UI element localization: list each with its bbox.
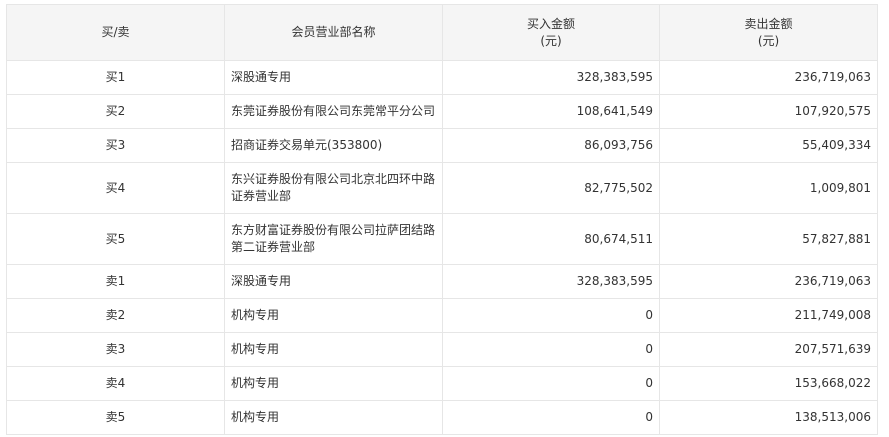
cell-member-name: 东兴证券股份有限公司北京北四环中路 证券营业部 (224, 162, 443, 214)
member-name-line1: 东莞证券股份有限公司东莞常平分公司 (231, 104, 436, 118)
member-name-line1: 机构专用 (231, 410, 280, 424)
cell-side: 卖3 (6, 332, 225, 367)
cell-buy-amount: 86,093,756 (442, 128, 660, 163)
cell-sell-amount: 236,719,063 (659, 60, 878, 95)
cell-member-name: 东方财富证券股份有限公司拉萨团结路 第二证券营业部 (224, 213, 443, 265)
member-name-line1: 深股通专用 (231, 70, 292, 84)
cell-side: 卖5 (6, 400, 225, 435)
cell-member-name: 深股通专用 (224, 60, 443, 95)
member-name-line1: 深股通专用 (231, 274, 292, 288)
cell-sell-amount: 236,719,063 (659, 264, 878, 299)
header-sell-unit: (元) (757, 33, 780, 48)
cell-side: 卖2 (6, 298, 225, 333)
cell-buy-amount: 328,383,595 (442, 264, 660, 299)
member-name-line1: 机构专用 (231, 308, 280, 322)
cell-sell-amount: 138,513,006 (659, 400, 878, 435)
cell-side: 买5 (6, 213, 225, 265)
cell-buy-amount: 82,775,502 (442, 162, 660, 214)
member-name-line2: 第二证券营业部 (231, 240, 316, 254)
cell-buy-amount: 0 (442, 400, 660, 435)
cell-sell-amount: 211,749,008 (659, 298, 878, 333)
cell-side: 卖4 (6, 366, 225, 401)
table-row: 卖3 机构专用 0 207,571,639 (6, 332, 878, 367)
cell-buy-amount: 0 (442, 366, 660, 401)
cell-side: 买4 (6, 162, 225, 214)
table-row: 卖4 机构专用 0 153,668,022 (6, 366, 878, 401)
cell-member-name: 东莞证券股份有限公司东莞常平分公司 (224, 94, 443, 129)
cell-member-name: 机构专用 (224, 366, 443, 401)
cell-sell-amount: 57,827,881 (659, 213, 878, 265)
table-row: 买2 东莞证券股份有限公司东莞常平分公司 108,641,549 107,920,57… (6, 94, 878, 129)
table-row: 卖5 机构专用 0 138,513,006 (6, 400, 878, 435)
cell-side: 买2 (6, 94, 225, 129)
cell-sell-amount: 55,409,334 (659, 128, 878, 163)
member-name-line2: 证券营业部 (231, 189, 292, 203)
cell-sell-amount: 107,920,575 (659, 94, 878, 129)
cell-sell-amount: 1,009,801 (659, 162, 878, 214)
header-sell-amount: 卖出金额 (元) (659, 4, 878, 61)
member-name-line1: 东兴证券股份有限公司北京北四环中路 (231, 172, 436, 186)
table-row: 买3 招商证券交易单元(353800) 86,093,756 55,409,334 (6, 128, 878, 163)
header-buy-unit: (元) (540, 33, 562, 48)
member-name-line1: 招商证券交易单元(353800) (231, 138, 383, 152)
cell-buy-amount: 80,674,511 (442, 213, 660, 265)
cell-member-name: 机构专用 (224, 332, 443, 367)
table-body: 买1 深股通专用 328,383,595 236,719,063 买2 东莞证券股份有限公… (6, 60, 878, 435)
table-row: 买1 深股通专用 328,383,595 236,719,063 (6, 60, 878, 95)
header-member: 会员营业部名称 (224, 4, 443, 61)
header-buy-amount: 买入金额 (元) (442, 4, 660, 61)
cell-member-name: 机构专用 (224, 400, 443, 435)
trading-seats-table: 买/卖 会员营业部名称 买入金额 (元) 卖出金额 (元) 买1 深股通专用 328… (6, 4, 878, 435)
cell-member-name: 招商证券交易单元(353800) (224, 128, 443, 163)
cell-sell-amount: 207,571,639 (659, 332, 878, 367)
table-row: 买4 东兴证券股份有限公司北京北四环中路 证券营业部 82,775,502 1,009,… (6, 162, 878, 214)
header-buy-label: 买入金额 (526, 16, 575, 31)
member-name-line1: 机构专用 (231, 342, 280, 356)
cell-side: 卖1 (6, 264, 225, 299)
table-header-row: 买/卖 会员营业部名称 买入金额 (元) 卖出金额 (元) (6, 4, 878, 61)
cell-member-name: 深股通专用 (224, 264, 443, 299)
cell-sell-amount: 153,668,022 (659, 366, 878, 401)
table-row: 买5 东方财富证券股份有限公司拉萨团结路 第二证券营业部 80,674,511 57,8… (6, 213, 878, 265)
header-side-label: 买/卖 (101, 25, 130, 39)
cell-side: 买3 (6, 128, 225, 163)
member-name-line1: 东方财富证券股份有限公司拉萨团结路 (231, 223, 436, 237)
cell-buy-amount: 0 (442, 332, 660, 367)
cell-buy-amount: 108,641,549 (442, 94, 660, 129)
table-row: 卖2 机构专用 0 211,749,008 (6, 298, 878, 333)
cell-buy-amount: 0 (442, 298, 660, 333)
header-side: 买/卖 (6, 4, 225, 61)
table-row: 卖1 深股通专用 328,383,595 236,719,063 (6, 264, 878, 299)
cell-member-name: 机构专用 (224, 298, 443, 333)
cell-buy-amount: 328,383,595 (442, 60, 660, 95)
member-name-line1: 机构专用 (231, 376, 280, 390)
header-member-label: 会员营业部名称 (291, 25, 376, 39)
header-sell-label: 卖出金额 (744, 16, 793, 31)
cell-side: 买1 (6, 60, 225, 95)
